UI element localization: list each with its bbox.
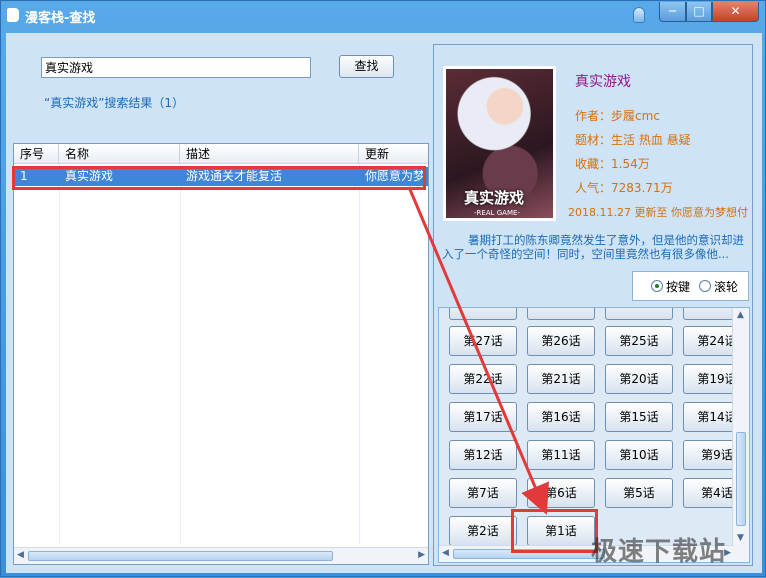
annotation-arrow-icon (407, 186, 550, 515)
watermark: 极速下载站 (591, 537, 727, 567)
app-window: 漫客栈-查找 ─ □ ✕ 查找 “真实游戏”搜索结果（1） 序号 名称 描述 更… (0, 0, 766, 577)
